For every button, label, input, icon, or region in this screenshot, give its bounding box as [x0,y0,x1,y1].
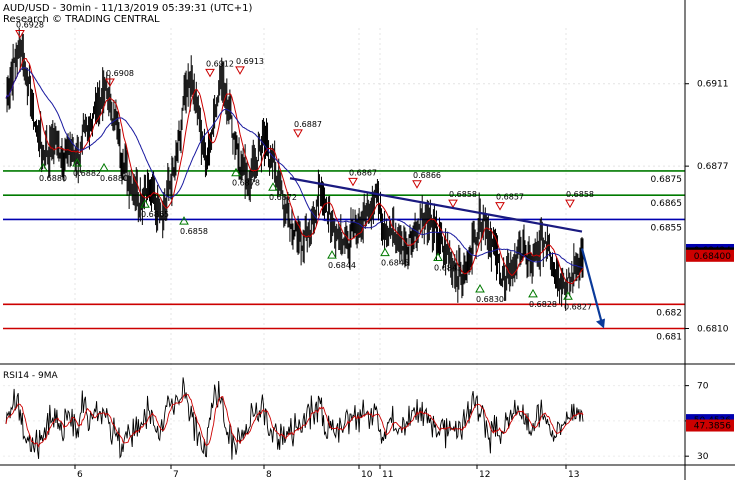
x-tick-label: 12 [479,470,490,480]
trough-label: 0.6827 [564,302,592,311]
peak-marker [348,177,358,187]
trough-label: 0.6844 [328,261,356,270]
trough-marker [179,216,189,225]
y-tick-label: 0.6810 [697,324,729,334]
trough-label: 0.6858 [180,227,208,236]
y-tick-label: 0.6877 [697,162,729,172]
rsi-line [5,377,584,460]
peak-marker [235,66,245,75]
trough-label: 0.6880 [39,174,67,183]
chart-canvas: 0.68750.68650.68550.6820.681 0.69280.690… [0,0,735,480]
peak-marker [293,129,303,138]
peak-marker [205,68,215,78]
trough-marker [327,250,337,259]
x-tick-label: 8 [266,470,272,480]
trough-label: 0.6830 [476,295,504,304]
peak-label: 0.6858 [566,190,594,199]
trough-marker [433,252,443,262]
x-tick-label: 10 [361,470,373,480]
projection-arrow [580,248,604,324]
peak-marker [565,199,575,209]
rsi-value-label: 47.3856 [694,422,731,432]
peak-label: 0.6867 [349,168,377,177]
chart-source: Research © TRADING CENTRAL [3,14,160,25]
level-label: 0.6875 [651,175,683,185]
peak-label: 0.6913 [236,57,264,66]
level-label: 0.682 [656,308,682,318]
rsi-value-tag: 47.3856 [686,419,734,432]
peak-label: 0.6866 [413,171,441,180]
trough-label: 0.6872 [269,193,297,202]
rsi-title: RSI14 - 9MA [3,371,59,381]
peak-label: 0.6912 [206,59,234,68]
peak-marker [412,180,422,189]
price-tag-label: 0.68400 [694,252,731,262]
price-tag: 0.68400 [686,249,734,262]
trough-label: 0.6845 [381,259,409,268]
level-label: 0.6855 [651,223,683,233]
level-label: 0.681 [656,332,682,342]
peak-marker [495,202,505,211]
y-tick-label: 0.6911 [697,80,729,90]
peak-label: 0.6858 [449,190,477,199]
peak-label: 0.6857 [496,193,524,202]
x-tick-label: 7 [173,470,179,480]
trough-label: 0.6843 [434,264,462,273]
x-tick-label: 13 [568,470,579,480]
trough-label: 0.6878 [232,179,260,188]
trough-label: 0.6880 [100,174,128,183]
chart-title: AUD/USD - 30min - 11/13/2019 05:39:31 (U… [3,3,253,14]
peak-label: 0.6908 [106,69,134,78]
peak-marker [448,199,458,209]
projection-arrowhead [596,318,605,329]
x-tick-label: 11 [382,470,393,480]
trough-marker [528,288,538,298]
trough-label: 0.6828 [529,300,557,309]
trough-marker [99,162,109,172]
rsi-tick-label: 30 [697,452,709,462]
trough-marker [380,247,390,257]
rsi-panel: RSI14 - 9MA70503050.453647.3856 [3,371,734,462]
rsi-tick-label: 70 [697,382,709,392]
level-label: 0.6865 [651,199,683,209]
trough-label: 0.6882 [73,169,101,178]
trough-label: 0.6865 [141,210,169,219]
peak-label: 0.6887 [294,120,322,129]
trough-marker [563,291,573,300]
x-tick-label: 6 [77,470,83,480]
